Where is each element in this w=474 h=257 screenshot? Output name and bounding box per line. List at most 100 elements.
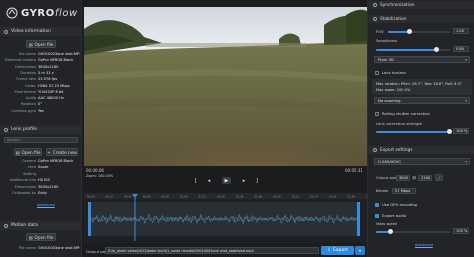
timeline-tick-label: 00:24 <box>124 195 132 199</box>
app-logo: GYROflow <box>6 6 78 20</box>
slider-knob[interactable] <box>407 29 412 34</box>
zooming-select[interactable]: No zooming ▾ <box>374 97 470 104</box>
fov-value[interactable]: 1.00 <box>453 28 469 34</box>
fov-slider[interactable] <box>388 29 450 34</box>
export-audio-checkbox[interactable]: Export audio <box>375 213 406 218</box>
lock-horizon-checkbox[interactable]: Lock horizon <box>375 70 406 75</box>
zoom-level: Zoom: 100.00% <box>86 174 114 178</box>
motion-data-header[interactable]: Motion data <box>0 221 82 230</box>
slider-knob[interactable] <box>447 129 452 134</box>
info-value: HS EIS <box>38 178 50 183</box>
size-options-button[interactable]: ⤢ <box>435 174 443 181</box>
info-key: Detected camera <box>4 58 36 63</box>
video-info-header[interactable]: Video information <box>0 27 82 36</box>
smoothness-value[interactable]: 0.80 <box>453 46 469 52</box>
lens-search-input[interactable]: Search... <box>4 137 78 143</box>
timeline-graph[interactable]: 00:00 00:12 00:24 00:36 00:48 01:00 01:12 01:24… <box>84 193 374 243</box>
logo-text-2: flow <box>54 7 78 19</box>
timeline-tick-label: 02:36 <box>329 195 337 199</box>
timeline-tick-label: 00:00 <box>87 195 95 199</box>
export-settings-header[interactable]: Export settings <box>368 146 474 154</box>
folder-icon: ▤ <box>28 234 33 240</box>
current-time: 00:00:06 <box>86 168 104 173</box>
output-height-input[interactable]: 2160 <box>418 175 432 181</box>
previous-frame-button[interactable]: ◂ <box>205 177 213 184</box>
video-speed-label: Video speed <box>376 222 397 226</box>
video-preview[interactable] <box>84 7 367 166</box>
info-row: Rotation 0° <box>2 102 80 106</box>
lens-advanced-link[interactable]: Advanced <box>37 203 55 207</box>
section-title: Video information <box>11 29 52 34</box>
synchronization-header[interactable]: Synchronization <box>368 1 474 9</box>
info-value: Eddy <box>38 191 47 195</box>
smoothness-slider[interactable] <box>376 47 450 52</box>
info-value <box>38 172 80 176</box>
output-width-input[interactable]: 3840 <box>396 175 410 181</box>
stabilization-header[interactable]: Stabilization <box>368 15 474 23</box>
info-row: Lens Super <box>2 165 80 169</box>
fov-label: FOV <box>376 29 384 34</box>
checkbox-box[interactable] <box>375 213 379 218</box>
video-speed-value[interactable]: 100 % <box>453 228 469 234</box>
info-row: Pixel format YUV420P 8 bit <box>2 90 80 94</box>
checkbox-box[interactable] <box>375 111 379 116</box>
checkbox-box[interactable] <box>375 202 379 207</box>
codec-select[interactable]: H.265/HEVC ▾ <box>374 158 470 165</box>
info-value: GH010003one shot.MP4 <box>38 52 80 56</box>
stabilization-method-select[interactable]: Plain 3D ▾ <box>374 56 470 63</box>
next-frame-button[interactable]: ▸ <box>240 177 248 184</box>
app-window: GYROflow Video information ▤ Open file Fi… <box>0 0 474 257</box>
bitrate-input[interactable]: 57 Mbps <box>392 188 416 194</box>
checkbox-box[interactable] <box>375 70 379 75</box>
timeline-tick-label: 01:12 <box>199 195 207 199</box>
open-lens-button[interactable]: ▤ Open file <box>14 148 42 156</box>
slider-knob[interactable] <box>434 47 439 52</box>
link-icon[interactable]: ⛓ <box>412 176 416 180</box>
export-advanced-link[interactable]: Advanced <box>415 243 433 247</box>
create-lens-button[interactable]: + Create new <box>46 148 78 156</box>
video-speed-slider[interactable] <box>376 229 450 234</box>
export-dropdown-button[interactable]: ▾ <box>355 246 365 255</box>
timeline-tick-label: 00:36 <box>143 195 151 199</box>
slider-fill <box>376 49 436 51</box>
open-video-button[interactable]: ▤ Open file <box>26 40 56 48</box>
lens-strength-slider[interactable] <box>376 129 452 134</box>
info-value: 23.976 fps <box>38 77 58 82</box>
info-key: Codec <box>24 83 36 88</box>
timeline-tick-label: 02:12 <box>292 195 300 199</box>
motion-icon <box>4 223 8 228</box>
info-value: AAC 48000 Hz <box>38 96 64 101</box>
gpu-encoding-checkbox[interactable]: Use GPU encoding <box>375 202 417 207</box>
resize-icon: ⤢ <box>437 175 441 180</box>
info-key: Dimensions <box>15 184 36 189</box>
info-key: Pixel format <box>14 89 36 94</box>
info-row: Additional info HS EIS <box>2 178 80 182</box>
timeline[interactable]: 00:00 00:12 00:24 00:36 00:48 01:00 01:12 01:24… <box>84 193 374 243</box>
chevron-down-icon: ▾ <box>465 160 467 164</box>
lens-strength-value[interactable]: 100 % <box>453 128 469 134</box>
info-value: Super <box>38 165 49 170</box>
output-path-input[interactable]: D:/b_photo video/2022/bebe fpv/4/1_santa… <box>105 247 319 254</box>
info-value: 0° <box>38 102 43 107</box>
rolling-shutter-checkbox[interactable]: Rolling shutter correction <box>375 111 430 116</box>
info-row: Dimensions 3840x2160 <box>2 65 80 69</box>
slider-knob[interactable] <box>388 229 393 234</box>
open-motion-button[interactable]: ▤ Open file <box>26 233 56 241</box>
set-trim-end-button[interactable]: ] <box>253 177 261 184</box>
info-key: Dimensions <box>15 64 36 69</box>
button-label: Open file <box>21 149 41 155</box>
export-button[interactable]: ⇩ Export <box>321 246 354 255</box>
slider-fill <box>376 131 450 133</box>
set-trim-start-button[interactable]: [ <box>192 177 200 184</box>
info-value: 3840x2160 <box>38 184 59 189</box>
info-row: Frame rate 23.976 fps <box>2 77 80 81</box>
smoothness-label: Smoothness <box>376 39 397 43</box>
stabilization-icon <box>373 17 377 21</box>
lens-profile-header[interactable]: Lens profile <box>0 125 82 134</box>
plus-icon: + <box>47 149 51 155</box>
play-button[interactable]: ▶ <box>222 177 231 184</box>
left-panel: GYROflow Video information ▤ Open file Fi… <box>0 0 82 257</box>
timeline-tick-label: 00:12 <box>106 195 114 199</box>
chevron-down-icon: ▾ <box>465 58 467 62</box>
info-key: Contains gyro <box>11 108 36 113</box>
